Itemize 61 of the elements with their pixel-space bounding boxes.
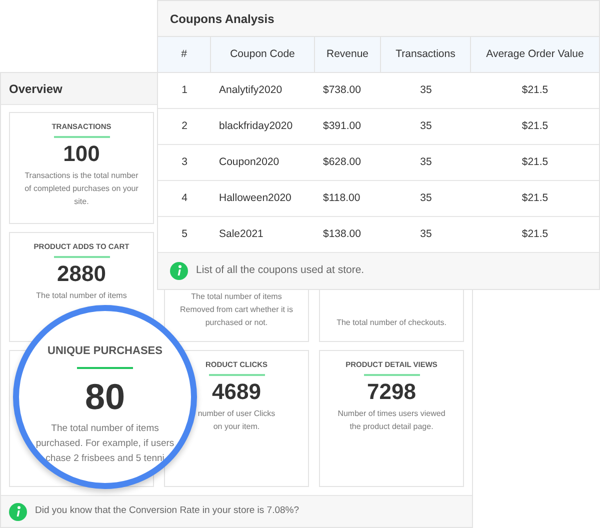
info-icon [170,262,188,280]
stat-description-line: chase 2 frisbees and 5 tenni [46,452,164,466]
stat-underline [364,374,420,376]
table-cell-text: 35 [419,118,433,134]
table-cell-text: 2 [180,118,188,134]
table-cell-text: $738.00 [322,82,362,98]
stat-title: UNIQUE PURCHASES [48,344,162,359]
column-header: Average Order Value [485,46,585,62]
table-cell-text: Halloween2020 [218,190,292,206]
stat-underline [54,256,110,258]
stat-description-line: The total number of items [51,422,159,436]
stat-value: 4689 [212,381,261,404]
table-cell-text: $21.5 [520,154,550,170]
table-cell-text: 35 [419,226,433,242]
stat-description-line: Transactions is the total number [24,170,138,182]
stat-value: 2880 [57,263,106,286]
table-cell-text: 35 [419,82,433,98]
table-cell-text: 3 [180,154,188,170]
stat-underline [208,374,264,376]
table-cell-text: $118.00 [322,190,362,206]
column-header: Coupon Code [211,37,315,72]
footer-text: Did you know that the Conversion Rate in your store is 7.08%? [35,504,300,518]
stat-value: 100 [63,143,100,166]
stat-description-line: on your item. [213,421,260,434]
info-icon [9,502,27,520]
stat-underline [54,136,110,138]
table-cell-text: $21.5 [520,226,550,242]
stat-underline [77,366,133,368]
table-cell-text: $628.00 [322,154,362,170]
column-header: # [158,37,211,72]
stat-description-line: site. [74,196,89,208]
stat-description-line: The total number of items [36,290,127,302]
table-cell-text: 4 [180,190,188,206]
panel-title: Coupons Analysis [158,1,599,37]
stat-description-line: The total number of items [191,291,282,303]
table-cell-text: $21.5 [520,82,550,98]
table-cell-text: 35 [419,190,433,206]
column-header: Transactions [381,37,471,72]
table-cell-text: $391.00 [322,118,362,134]
footer-text: List of all the coupons used at store. [196,263,364,278]
table-cell-text: $138.00 [322,226,362,242]
stat-description-line: number of user Clicks [198,408,276,420]
stat-description-line: purchased or not. [205,317,268,329]
stat-description-line: of completed purchases on your [24,183,138,196]
table-cell-text: Sale2021 [218,226,264,242]
table-cell-text: 1 [180,82,188,98]
column-header: Revenue [315,37,381,72]
table-cell-text: blackfriday2020 [218,118,294,134]
table-cell-text: Analytify2020 [218,82,284,98]
stat-description-line: Removed from cart whether it is [180,304,293,316]
stat-description-line: The total number of checkouts. [336,317,446,329]
stat-description-line: purchased. For example, if users [36,436,174,450]
stat-value: 80 [84,378,126,414]
table-cell-text: $21.5 [520,190,550,206]
stat-description-line: the product detail page. [350,421,434,434]
stat-value: 7298 [367,381,416,404]
table-cell-text: 35 [419,154,433,170]
stat-description-line: Number of times users viewed [338,408,446,420]
table-cell-text: $21.5 [520,118,550,134]
table-cell-text: 5 [180,226,188,242]
table-cell-text: Coupon2020 [218,154,280,170]
